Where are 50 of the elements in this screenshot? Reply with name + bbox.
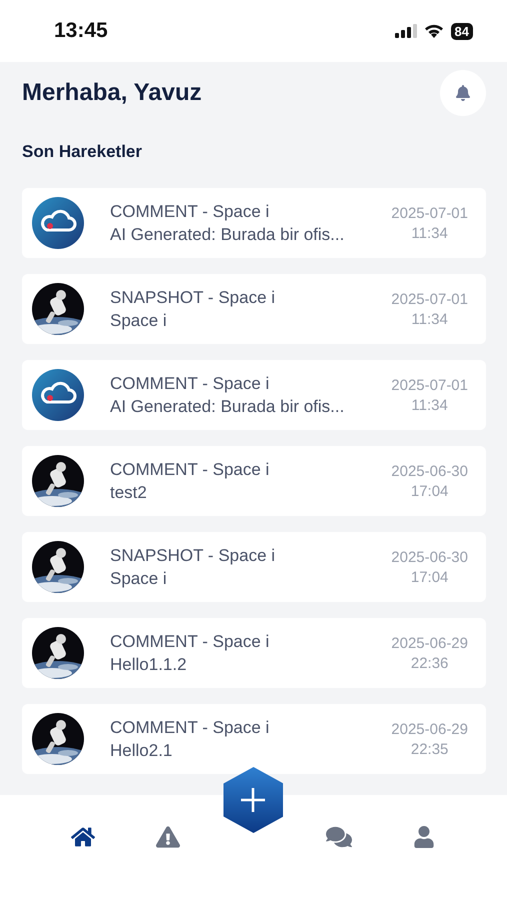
- activity-card[interactable]: COMMENT - Space i Hello2.1 2025-06-29 22:35: [22, 704, 486, 774]
- activity-description: Hello2.1: [110, 740, 174, 760]
- activity-description: Space i: [110, 568, 168, 588]
- activity-date: 2025-06-30: [391, 548, 468, 566]
- notifications-button[interactable]: [440, 70, 486, 116]
- activity-title: SNAPSHOT - Space i: [110, 288, 276, 308]
- activity-date: 2025-07-01: [391, 290, 468, 308]
- activity-time: 11:34: [411, 310, 448, 328]
- activity-date: 2025-06-30: [391, 462, 468, 480]
- activity-title: COMMENT - Space i: [110, 632, 270, 652]
- cloud-logo-icon: [32, 197, 84, 249]
- activity-title: COMMENT - Space i: [110, 460, 270, 480]
- plus-icon: [240, 787, 266, 813]
- warning-icon: [156, 825, 180, 849]
- battery-level: 84: [450, 22, 473, 40]
- activity-date: 2025-06-29: [391, 634, 468, 652]
- activity-time: 17:04: [410, 482, 448, 500]
- activity-date: 2025-07-01: [391, 376, 468, 394]
- activity-card[interactable]: COMMENT - Space i AI Generated: Burada bir ofis... 2025-07-01 11:34: [22, 188, 486, 258]
- wifi-icon: [424, 24, 444, 38]
- activity-title: COMMENT - Space i: [110, 202, 270, 222]
- activity-description: test2: [110, 482, 148, 502]
- activity-time: 17:04: [410, 568, 448, 586]
- user-icon: [413, 826, 436, 848]
- activity-time: 11:34: [411, 396, 448, 414]
- activity-date: 2025-06-29: [391, 720, 468, 738]
- activity-title: COMMENT - Space i: [110, 374, 270, 394]
- activity-card[interactable]: COMMENT - Space i Hello1.1.2 2025-06-29 22:36: [22, 618, 486, 688]
- activity-title: COMMENT - Space i: [110, 718, 270, 738]
- activity-description: Space i: [110, 310, 168, 330]
- activity-card[interactable]: COMMENT - Space i AI Generated: Burada bir ofis... 2025-07-01 11:34: [22, 360, 486, 430]
- chat-icon: [326, 824, 352, 850]
- activity-title: SNAPSHOT - Space i: [110, 546, 276, 566]
- bell-icon: [455, 85, 471, 101]
- activity-card[interactable]: COMMENT - Space i test2 2025-06-30 17:04: [22, 446, 486, 516]
- activity-card[interactable]: SNAPSHOT - Space i Space i 2025-06-30 17:04: [22, 532, 486, 602]
- activity-time: 22:36: [410, 654, 448, 672]
- activity-time: 11:34: [411, 224, 448, 242]
- activity-description: Hello1.1.2: [110, 654, 188, 674]
- greeting-title: Merhaba, Yavuz: [22, 79, 202, 107]
- status-time: 13:45: [54, 19, 108, 43]
- signal-icon: [394, 24, 417, 38]
- activity-time: 22:35: [410, 740, 448, 758]
- cloud-logo-icon: [32, 369, 84, 421]
- home-icon: [70, 825, 95, 849]
- activity-card[interactable]: SNAPSHOT - Space i Space i 2025-07-01 11:34: [22, 274, 486, 344]
- activity-description: AI Generated: Burada bir ofis...: [110, 224, 346, 244]
- activity-description: AI Generated: Burada bir ofis...: [110, 396, 346, 416]
- activity-date: 2025-07-01: [391, 204, 468, 222]
- section-title: Son Hareketler: [22, 142, 143, 162]
